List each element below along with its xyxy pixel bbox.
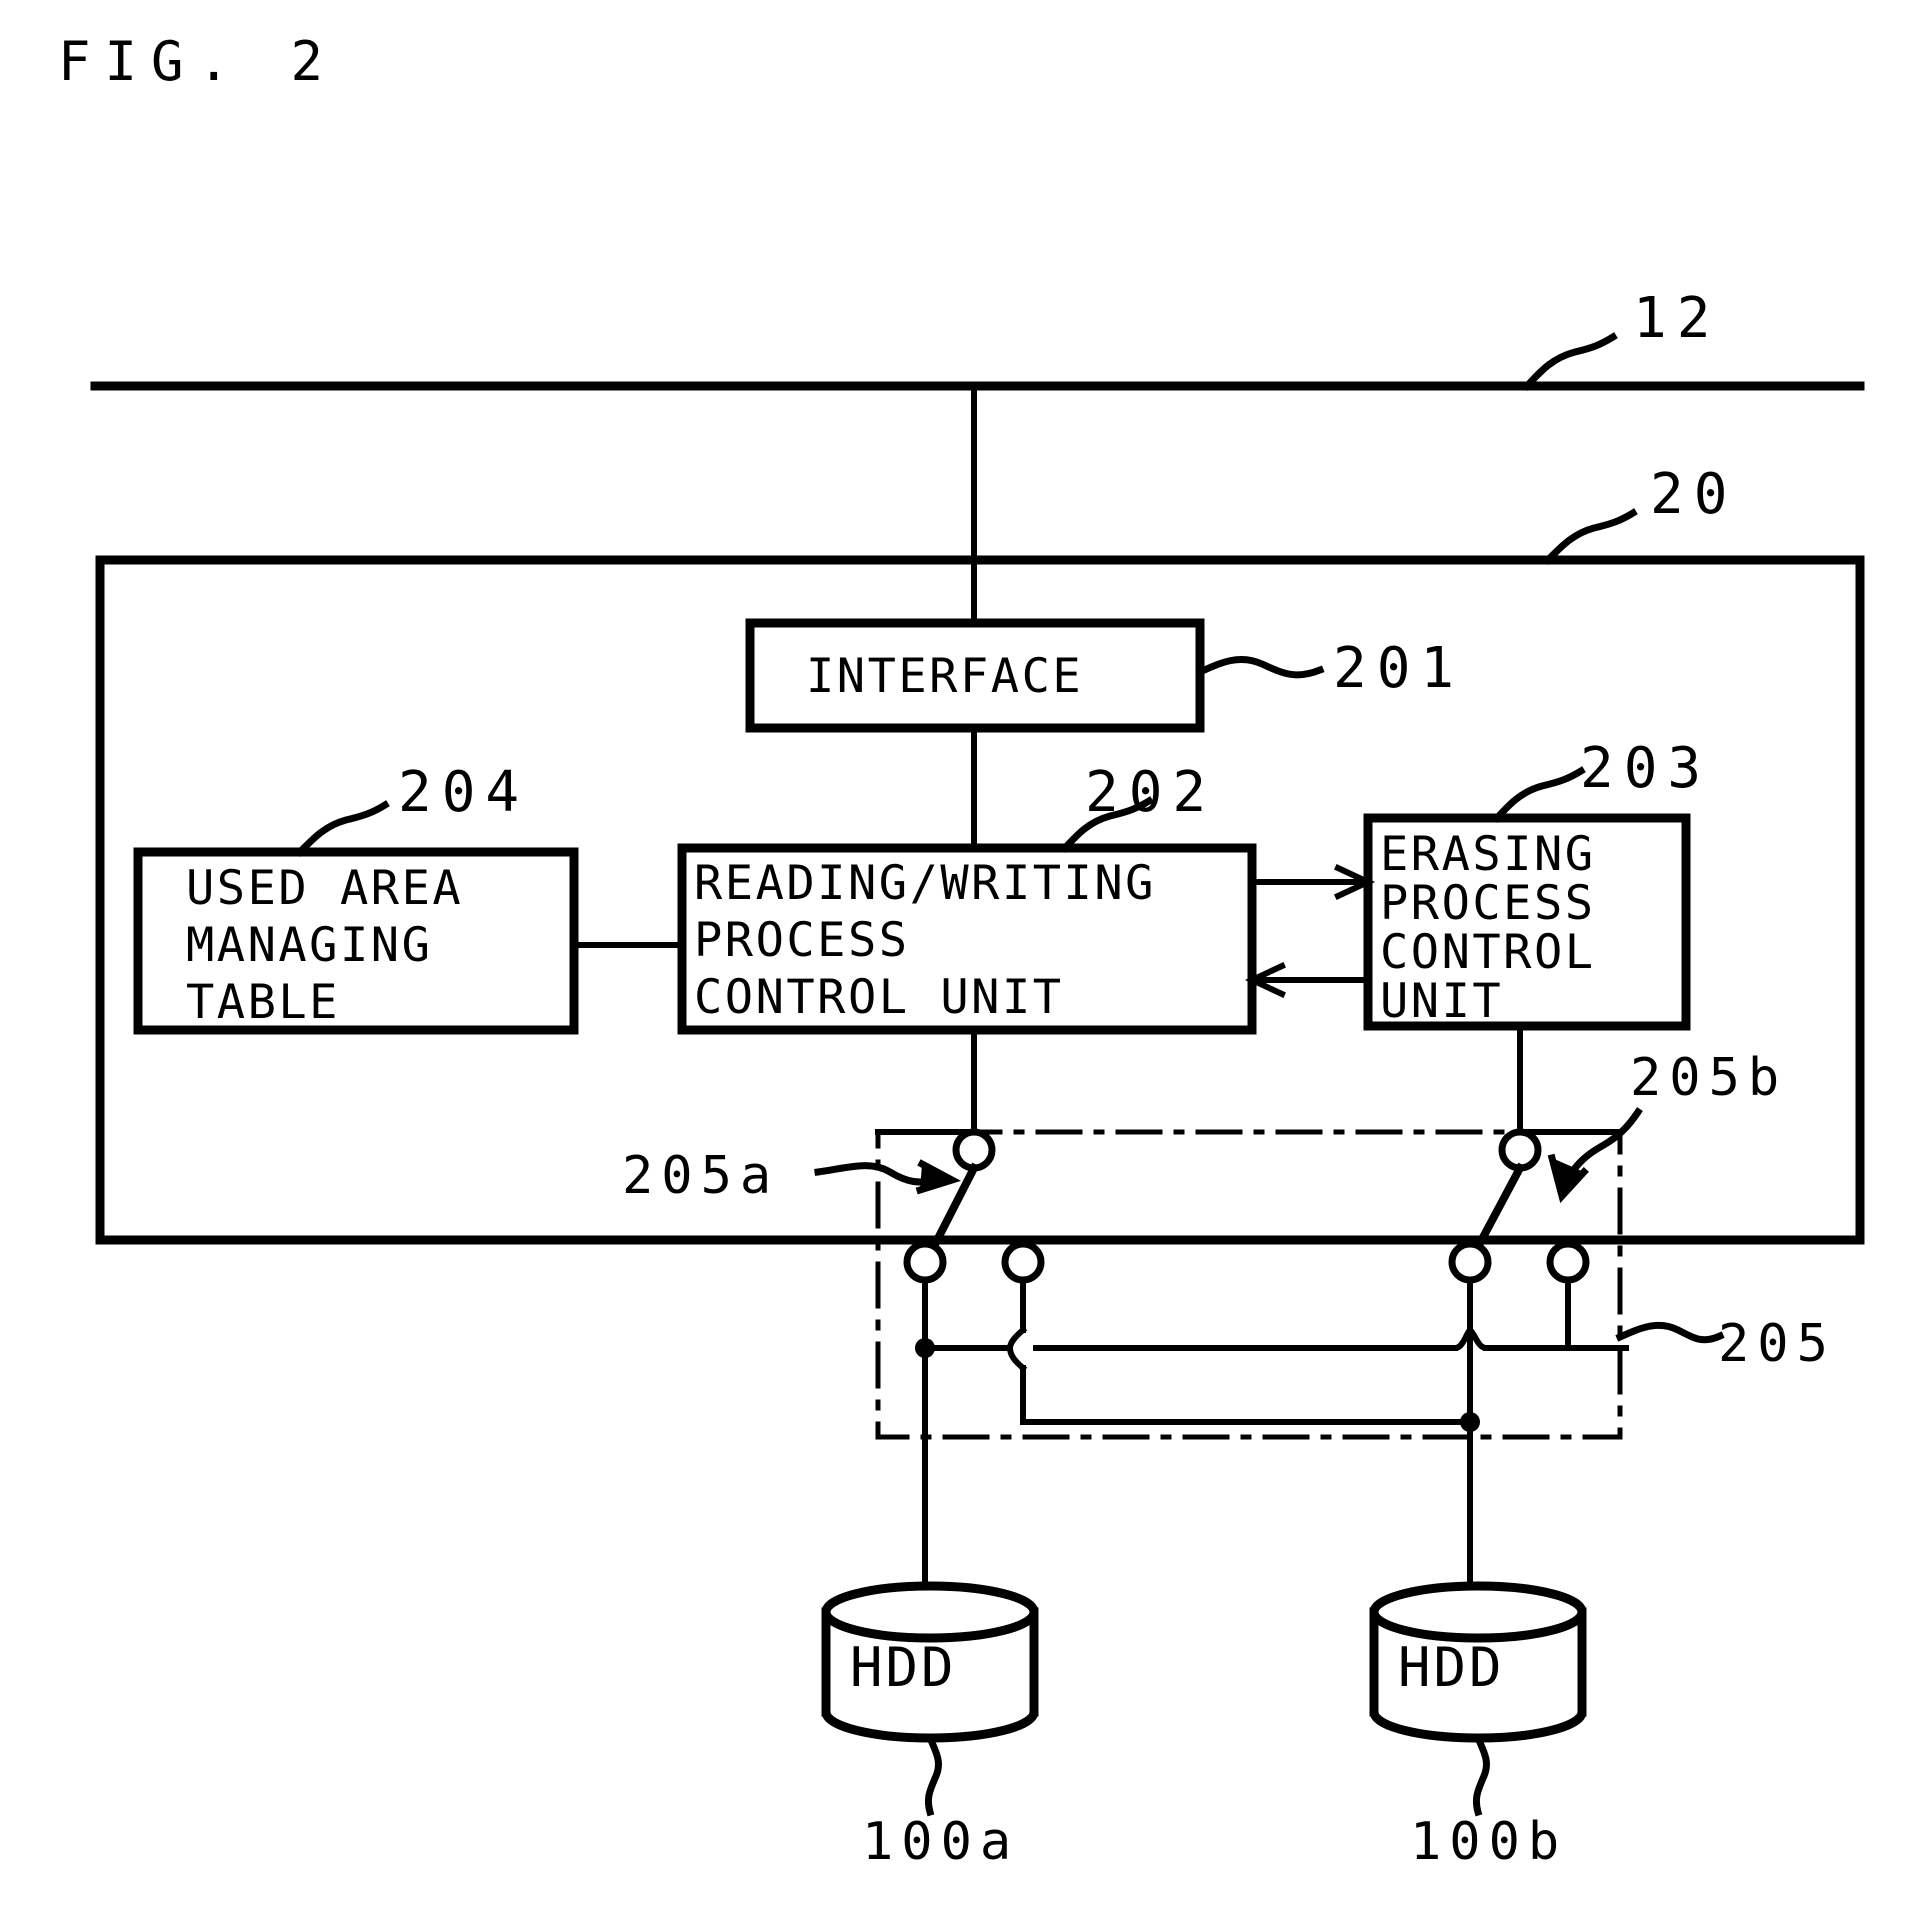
switch-b-contact-left <box>1448 1240 1492 1284</box>
ref-label-100b: 100b <box>1410 1812 1568 1872</box>
hdd-b-label: HDD <box>1398 1636 1505 1699</box>
reading-writing-label-line2: PROCESS <box>694 913 910 968</box>
erasing-label-line4: UNIT <box>1380 974 1504 1029</box>
leader-arrowhead-205a <box>915 1159 962 1195</box>
junction-dot-b-left <box>1460 1412 1480 1432</box>
switch-a-contact-right <box>1001 1240 1045 1284</box>
hdd-b-top-ellipse <box>1369 1581 1587 1643</box>
ref-label-201: 201 <box>1333 636 1465 701</box>
switch-b-contact-right <box>1546 1240 1590 1284</box>
leader-line-203 <box>1492 766 1586 823</box>
hdd-a-bottom-arc <box>821 1707 1039 1743</box>
leader-line-201 <box>1195 655 1325 679</box>
reading-writing-label-line1: READING/WRITING <box>694 856 1156 911</box>
ref-label-203: 203 <box>1580 736 1712 801</box>
switch-block-dashdot-boundary <box>875 1129 1623 1440</box>
leader-line-204 <box>295 800 390 857</box>
leader-line-12 <box>1522 332 1618 391</box>
used-area-label-line3: TABLE <box>186 975 340 1030</box>
leader-line-20 <box>1543 508 1638 565</box>
hdd-a-top-ellipse <box>821 1581 1039 1643</box>
switch-a-pivot-terminal <box>952 1128 996 1172</box>
wire-hop-arc-a-right <box>1006 1325 1028 1373</box>
leader-line-100b <box>1472 1733 1490 1817</box>
junction-dot-a-left <box>915 1338 935 1358</box>
leader-line-100a <box>924 1733 942 1817</box>
interface-label: INTERFACE <box>806 649 1084 704</box>
ref-label-205b: 205b <box>1630 1048 1788 1108</box>
leader-line-205b <box>1563 1107 1643 1183</box>
ref-label-20: 20 <box>1650 462 1738 527</box>
leader-line-205 <box>1615 1321 1725 1344</box>
ref-label-12: 12 <box>1633 286 1721 351</box>
ref-label-204: 204 <box>398 760 530 825</box>
ref-label-202: 202 <box>1085 760 1217 825</box>
reading-writing-label-line3: CONTROL UNIT <box>694 970 1064 1025</box>
ref-label-205a: 205a <box>622 1146 780 1206</box>
switch-b-pivot-terminal <box>1498 1128 1542 1172</box>
figure-canvas: FIG. 2 12 20 201 202 203 204 205a 205b 2… <box>0 0 1927 1909</box>
used-area-label-line1: USED AREA <box>186 861 464 916</box>
hdd-b-bottom-arc <box>1369 1707 1587 1743</box>
switch-a-contact-left <box>903 1240 947 1284</box>
hdd-a-label: HDD <box>850 1636 957 1699</box>
ref-label-100a: 100a <box>862 1812 1020 1872</box>
used-area-label-line2: MANAGING <box>186 918 433 973</box>
ref-label-205: 205 <box>1718 1314 1836 1374</box>
